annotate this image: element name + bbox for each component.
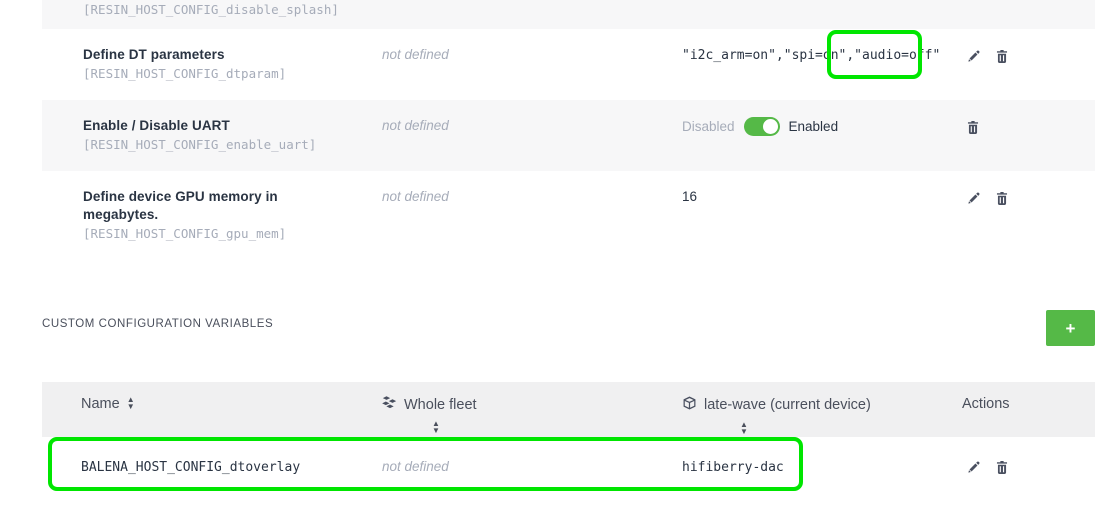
fleet-value: not defined <box>382 189 449 204</box>
config-title: Enable / Disable UART <box>83 118 230 133</box>
custom-variables-table: Name ▲ ▼ Whole fleet ▲ ▼ late-wave (curre <box>42 382 1095 497</box>
toggle-off-label: Disabled <box>682 118 735 134</box>
config-var-key: [RESIN_HOST_CONFIG_dtparam] <box>83 66 287 81</box>
custom-var-actions-cell <box>962 457 1054 477</box>
config-title: Define device GPU memory in megabytes. <box>83 189 278 222</box>
config-device-cell: Disabled Enabled <box>682 117 962 136</box>
column-header-name[interactable]: Name ▲ ▼ <box>42 396 382 413</box>
custom-var-device-cell: hifiberry-dac <box>682 458 962 476</box>
custom-var-name: BALENA_HOST_CONFIG_dtoverlay <box>81 460 301 475</box>
config-fleet-cell: not defined <box>382 117 682 135</box>
sort-arrows-icon[interactable]: ▲ ▼ <box>432 420 440 435</box>
table-row: BALENA_HOST_CONFIG_dtoverlay not defined… <box>42 437 1095 497</box>
fleet-value: not defined <box>382 118 449 133</box>
delete-icon[interactable] <box>991 188 1013 208</box>
column-header-fleet-label: Whole fleet <box>404 396 477 413</box>
config-name-cell: [RESIN_HOST_CONFIG_disable_splash] <box>42 0 382 19</box>
device-value: "i2c_arm=on","spi=on","audio=off" <box>682 48 941 63</box>
delete-icon[interactable] <box>991 46 1013 66</box>
fleet-value: not defined <box>382 47 449 62</box>
device-cube-icon <box>682 396 697 414</box>
delete-icon[interactable] <box>962 117 984 137</box>
config-device-cell: "i2c_arm=on","spi=on","audio=off" <box>682 46 962 65</box>
toggle-knob <box>762 119 778 134</box>
config-fleet-cell: not defined <box>382 188 682 206</box>
delete-icon[interactable] <box>991 457 1013 477</box>
device-config-table: [RESIN_HOST_CONFIG_disable_splash] Defin… <box>42 0 1095 260</box>
table-row: Enable / Disable UART [RESIN_HOST_CONFIG… <box>42 100 1095 171</box>
table-header-row: Name ▲ ▼ Whole fleet ▲ ▼ late-wave (curre <box>42 382 1095 437</box>
column-header-actions: Actions <box>962 396 1054 412</box>
column-header-fleet[interactable]: Whole fleet ▲ ▼ <box>382 396 682 435</box>
column-header-device[interactable]: late-wave (current device) ▲ ▼ <box>682 396 962 436</box>
custom-var-fleet-cell: not defined <box>382 458 682 476</box>
custom-var-name-cell: BALENA_HOST_CONFIG_dtoverlay <box>42 458 382 476</box>
custom-var-device-value: hifiberry-dac <box>682 460 784 475</box>
uart-toggle-group: Disabled Enabled <box>682 117 962 136</box>
uart-toggle-switch[interactable] <box>743 117 780 136</box>
custom-var-fleet-value: not defined <box>382 459 449 474</box>
edit-icon[interactable] <box>962 457 984 477</box>
config-var-key: [RESIN_HOST_CONFIG_enable_uart] <box>83 137 317 152</box>
toggle-on-label: Enabled <box>788 118 839 134</box>
column-header-name-label: Name <box>81 396 120 412</box>
config-var-key: [RESIN_HOST_CONFIG_gpu_mem] <box>83 226 287 241</box>
config-device-cell: 16 <box>682 188 962 206</box>
device-value: 16 <box>682 189 698 204</box>
sort-arrows-icon[interactable]: ▲ ▼ <box>740 421 748 436</box>
config-name-cell: Enable / Disable UART [RESIN_HOST_CONFIG… <box>42 117 382 154</box>
config-fleet-cell: not defined <box>382 46 682 64</box>
column-header-device-label: late-wave (current device) <box>704 397 871 413</box>
table-row: Define DT parameters [RESIN_HOST_CONFIG_… <box>42 29 1095 100</box>
fleet-cubes-icon <box>382 396 397 413</box>
device-configuration-page: [RESIN_HOST_CONFIG_disable_splash] Defin… <box>0 0 1095 527</box>
column-header-actions-label: Actions <box>962 396 1010 412</box>
plus-icon: + <box>1065 318 1076 338</box>
config-name-cell: Define device GPU memory in megabytes. [… <box>42 188 382 243</box>
edit-icon[interactable] <box>962 188 984 208</box>
sort-arrows-icon[interactable]: ▲ ▼ <box>127 396 135 411</box>
config-var-key: [RESIN_HOST_CONFIG_disable_splash] <box>83 2 339 17</box>
table-row: [RESIN_HOST_CONFIG_disable_splash] <box>42 0 1095 29</box>
config-title: Define DT parameters <box>83 47 225 62</box>
add-custom-variable-button[interactable]: + <box>1046 310 1095 346</box>
table-row: Define device GPU memory in megabytes. [… <box>42 171 1095 260</box>
config-name-cell: Define DT parameters [RESIN_HOST_CONFIG_… <box>42 46 382 83</box>
edit-icon[interactable] <box>962 46 984 66</box>
custom-config-section-label: CUSTOM CONFIGURATION VARIABLES <box>42 318 274 330</box>
